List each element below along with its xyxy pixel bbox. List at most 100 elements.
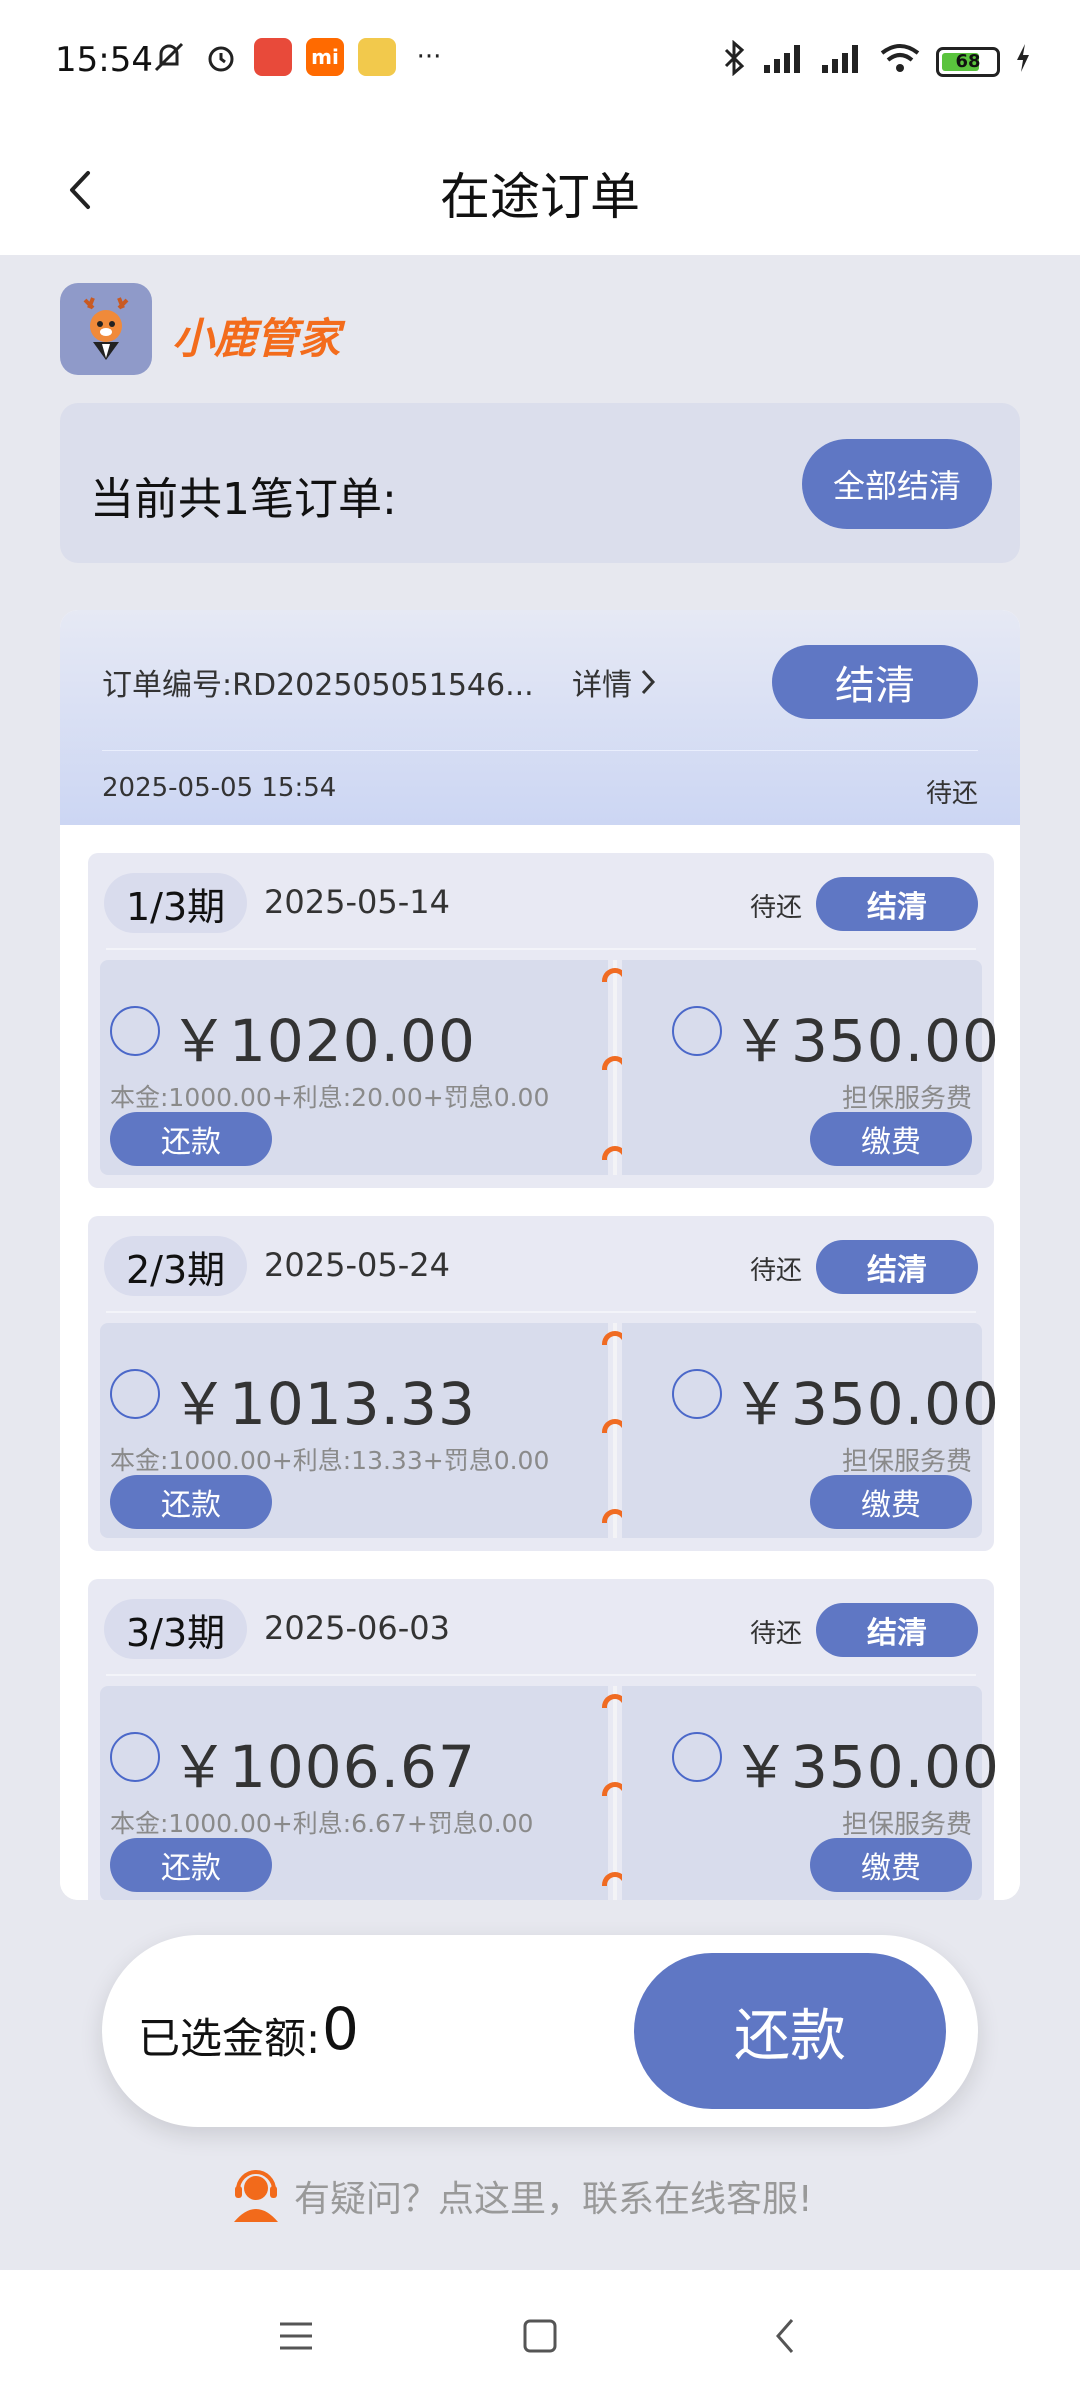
signal-icon <box>820 41 864 82</box>
status-notification-icons: mi ··· <box>150 38 448 76</box>
mi-app-icon: mi <box>306 38 344 76</box>
repay-submit-button[interactable]: 还款 <box>634 1953 946 2109</box>
fee-radio[interactable] <box>672 1732 722 1782</box>
order-status: 待还 <box>925 779 978 809</box>
installment-list: 1/3期 2025-05-14 待还 结清 ￥1020.00 本金:1000.0… <box>60 825 1020 1900</box>
page-title: 在途订单 <box>440 168 640 226</box>
installment-date: 2025-06-03 <box>264 1609 450 1647</box>
chevron-right-icon <box>641 669 656 695</box>
order-header: 订单编号:RD202505051546... 详情 结清 2025-05-05 … <box>60 610 1020 825</box>
status-bar: 15:54 mi ··· 68 <box>0 0 1080 125</box>
app-notification-icon <box>254 38 292 76</box>
selected-amount-label: 已选金额: <box>138 2014 321 2063</box>
order-detail-link[interactable]: 详情 <box>572 660 656 704</box>
order-count-text: 当前共1笔订单: <box>90 474 397 525</box>
charging-icon <box>1014 42 1032 81</box>
fee-amount: ￥350.00 <box>732 1733 1000 1801</box>
deer-mascot-icon <box>83 297 129 360</box>
fee-radio[interactable] <box>672 1369 722 1419</box>
fee-panel: ￥350.00 担保服务费 缴费 <box>622 960 999 1175</box>
divider <box>106 948 976 950</box>
repayment-radio[interactable] <box>110 1369 160 1419</box>
repay-button[interactable]: 还款 <box>110 1112 272 1166</box>
pay-fee-button[interactable]: 缴费 <box>810 1838 972 1892</box>
repayment-amount: ￥1013.33 <box>170 1370 476 1438</box>
settle-order-button[interactable]: 结清 <box>772 645 978 719</box>
fee-label: 担保服务费 <box>841 1084 972 1114</box>
alarm-icon <box>202 38 240 76</box>
installment-date: 2025-05-14 <box>264 883 450 921</box>
installment-date: 2025-05-24 <box>264 1246 450 1284</box>
payment-bar: 已选金额: 0 还款 <box>102 1935 978 2127</box>
status-time: 15:54 <box>55 40 153 80</box>
fee-label: 担保服务费 <box>841 1447 972 1477</box>
installment-period: 3/3期 <box>104 1599 248 1659</box>
fee-panel: ￥350.00 担保服务费 缴费 <box>622 1323 999 1538</box>
customer-service-icon <box>234 2170 278 2222</box>
repayment-amount: ￥1006.67 <box>170 1733 476 1801</box>
divider <box>102 750 978 751</box>
installment-settle-button[interactable]: 结清 <box>816 1603 978 1657</box>
fee-amount: ￥350.00 <box>732 1370 1000 1438</box>
fee-radio[interactable] <box>672 1006 722 1056</box>
system-navigation-bar <box>0 2270 1080 2400</box>
divider <box>106 1674 976 1676</box>
customer-service-link[interactable]: 有疑问？点这里，联系在线客服! <box>228 2168 812 2224</box>
installment-settle-button[interactable]: 结清 <box>816 877 978 931</box>
pay-fee-button[interactable]: 缴费 <box>810 1475 972 1529</box>
more-notifications-icon: ··· <box>416 42 442 72</box>
amount-breakdown: 本金:1000.00+利息:20.00+罚息0.00 <box>110 1083 550 1112</box>
order-summary: 当前共1笔订单: 全部结清 <box>60 403 1020 563</box>
settle-all-button[interactable]: 全部结清 <box>802 439 992 529</box>
home-button[interactable] <box>514 2310 566 2362</box>
order-number: 订单编号:RD202505051546... <box>102 668 534 703</box>
ticket-separator <box>602 1323 628 1538</box>
fee-label: 担保服务费 <box>841 1810 972 1840</box>
installment-period: 2/3期 <box>104 1236 248 1296</box>
selected-amount-value: 0 <box>322 1995 359 2063</box>
order-card: 订单编号:RD202505051546... 详情 结清 2025-05-05 … <box>60 610 1020 1900</box>
repayment-radio[interactable] <box>110 1732 160 1782</box>
fee-panel: ￥350.00 担保服务费 缴费 <box>622 1686 999 1900</box>
brand-logo <box>60 283 152 375</box>
mute-icon <box>150 38 188 76</box>
repayment-amount: ￥1020.00 <box>170 1007 476 1075</box>
battery-icon: 68 <box>936 46 1000 77</box>
repay-button[interactable]: 还款 <box>110 1838 272 1892</box>
installment-card: 3/3期 2025-06-03 待还 结清 ￥1006.67 本金:1000.0… <box>88 1579 999 1900</box>
bluetooth-icon <box>722 39 748 83</box>
chevron-left-icon <box>776 2319 794 2353</box>
menu-icon <box>280 2322 312 2350</box>
pay-fee-button[interactable]: 缴费 <box>810 1112 972 1166</box>
installment-status: 待还 <box>749 1256 802 1286</box>
installment-status: 待还 <box>749 1619 802 1649</box>
app-notification-icon <box>358 38 396 76</box>
repayment-panel: ￥1013.33 本金:1000.00+利息:13.33+罚息0.00 还款 <box>100 1323 608 1538</box>
installment-status: 待还 <box>749 893 802 923</box>
square-icon <box>523 2319 557 2353</box>
system-back-button[interactable] <box>760 2310 812 2362</box>
recents-button[interactable] <box>270 2310 322 2362</box>
divider <box>106 1311 976 1313</box>
installment-period: 1/3期 <box>104 873 248 933</box>
detail-label: 详情 <box>572 668 632 703</box>
brand-name: 小鹿管家 <box>172 314 341 363</box>
installment-card: 1/3期 2025-05-14 待还 结清 ￥1020.00 本金:1000.0… <box>88 853 999 1188</box>
installment-settle-button[interactable]: 结清 <box>816 1240 978 1294</box>
repayment-panel: ￥1020.00 本金:1000.00+利息:20.00+罚息0.00 还款 <box>100 960 608 1175</box>
header: 在途订单 <box>0 125 1080 255</box>
installment-card: 2/3期 2025-05-24 待还 结清 ￥1013.33 本金:1000.0… <box>88 1216 999 1551</box>
repay-button[interactable]: 还款 <box>110 1475 272 1529</box>
battery-level: 68 <box>955 50 981 72</box>
repayment-panel: ￥1006.67 本金:1000.00+利息:6.67+罚息0.00 还款 <box>100 1686 608 1900</box>
ticket-separator <box>602 1686 628 1900</box>
customer-service-text: 有疑问？点这里，联系在线客服! <box>294 2179 813 2220</box>
wifi-icon <box>878 41 922 82</box>
amount-breakdown: 本金:1000.00+利息:6.67+罚息0.00 <box>110 1809 534 1838</box>
order-time: 2025-05-05 15:54 <box>102 773 337 803</box>
amount-breakdown: 本金:1000.00+利息:13.33+罚息0.00 <box>110 1446 550 1475</box>
signal-icon <box>762 41 806 82</box>
ticket-separator <box>602 960 628 1175</box>
fee-amount: ￥350.00 <box>732 1007 1000 1075</box>
repayment-radio[interactable] <box>110 1006 160 1056</box>
